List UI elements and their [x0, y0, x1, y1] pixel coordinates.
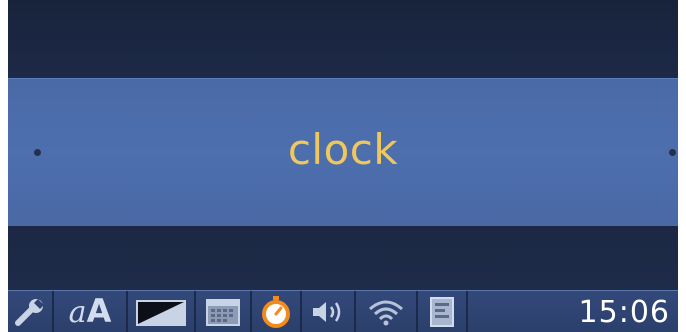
device-screen: clock aA 15:06	[8, 0, 678, 332]
menu-item-label: clock	[287, 125, 399, 174]
menu-item-band[interactable]: clock	[8, 78, 678, 228]
font-size-cell[interactable]: aA	[54, 291, 128, 332]
timer-icon	[262, 296, 290, 328]
calendar-cell[interactable]	[196, 291, 252, 332]
document-cell[interactable]	[418, 291, 468, 332]
brightness-icon	[136, 300, 186, 326]
settings-cell[interactable]	[8, 291, 54, 332]
scroll-right-indicator-icon[interactable]	[669, 149, 676, 156]
calendar-icon	[206, 299, 240, 326]
wrench-icon	[15, 299, 44, 326]
document-icon	[430, 297, 454, 327]
volume-cell[interactable]	[302, 291, 356, 332]
bottom-background-band	[8, 226, 678, 290]
brightness-cell[interactable]	[128, 291, 196, 332]
volume-icon	[313, 302, 341, 322]
status-bar: aA 15:06	[8, 290, 678, 332]
wifi-icon	[369, 300, 403, 326]
font-size-icon: aA	[68, 292, 112, 330]
timer-cell[interactable]	[252, 291, 302, 332]
top-background-band	[8, 0, 678, 78]
wifi-cell[interactable]	[356, 291, 418, 332]
status-time: 15:06	[578, 294, 670, 330]
